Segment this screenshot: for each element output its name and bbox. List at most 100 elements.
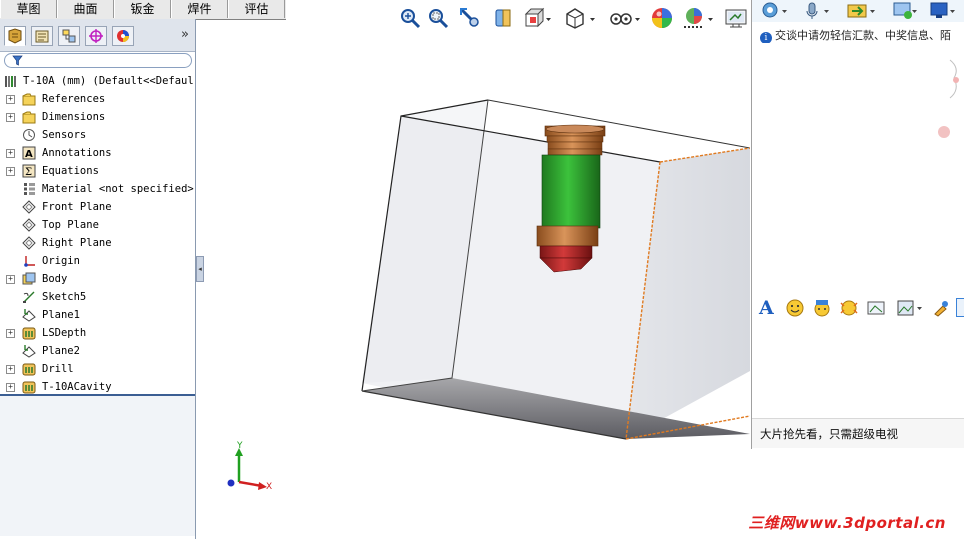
tree-item-references[interactable]: + References: [0, 90, 195, 108]
edit-appearance-icon[interactable]: [650, 6, 676, 30]
hide-show-icon[interactable]: [608, 6, 642, 30]
filter-icon: [12, 55, 23, 66]
expand-panel-button[interactable]: »: [181, 27, 189, 42]
tree-item-label: LSDepth: [42, 327, 87, 339]
feature-manager-icon[interactable]: [4, 26, 26, 46]
sensor-icon: [23, 129, 35, 141]
tree-item-label: Drill: [42, 363, 74, 375]
feature-tree: T-10A (mm) (Default<<Defaul + References +…: [0, 72, 195, 396]
tree-item-label: Body: [42, 273, 68, 285]
tree-item-label: Right Plane: [42, 237, 112, 249]
video-call-icon[interactable]: [760, 1, 790, 21]
tree-item-sketch5[interactable]: Sketch5: [0, 288, 195, 306]
tree-item-dimensions[interactable]: + Dimensions: [0, 108, 195, 126]
tree-empty-area: [0, 396, 195, 536]
chat-ad-banner[interactable]: 大片抢先看，只需超级电视: [752, 418, 964, 448]
display-style-icon[interactable]: [564, 6, 598, 30]
plane-feature-icon: [22, 345, 36, 358]
view-settings-icon[interactable]: [724, 6, 750, 30]
expand-toggle[interactable]: +: [6, 275, 15, 284]
feature-manager-panel: » T-10A (mm) (Default<<Defaul + Reference…: [0, 19, 196, 539]
tree-item-origin[interactable]: Origin: [0, 252, 195, 270]
tree-item-material-not-specified[interactable]: Material <not specified>: [0, 180, 195, 198]
magic-emoji-icon[interactable]: [813, 299, 831, 317]
tree-item-sensors[interactable]: Sensors: [0, 126, 195, 144]
chat-message-input[interactable]: [752, 322, 964, 417]
tree-item-label: Plane1: [42, 309, 80, 321]
zoom-to-fit-icon[interactable]: [398, 6, 422, 30]
panel-splitter-handle[interactable]: ◂: [196, 256, 204, 282]
body-icon: [22, 272, 36, 285]
annotation-icon: A: [22, 146, 36, 160]
tree-item-label: Top Plane: [42, 219, 99, 231]
tree-item-label: Annotations: [42, 147, 112, 159]
voice-call-icon[interactable]: [802, 1, 832, 21]
folder-icon: [22, 93, 36, 106]
display-manager-icon[interactable]: [112, 26, 134, 46]
chat-decoration-image: [938, 59, 959, 138]
tree-item-label: Origin: [42, 255, 80, 267]
tree-item-drill[interactable]: + Drill: [0, 360, 195, 378]
toolbar-overflow-button[interactable]: [956, 298, 964, 317]
tree-root-part[interactable]: T-10A (mm) (Default<<Defaul: [0, 72, 195, 90]
dimxpert-icon[interactable]: [85, 26, 107, 46]
send-file-icon[interactable]: [846, 1, 878, 21]
previous-view-icon[interactable]: [458, 6, 482, 30]
expand-toggle[interactable]: +: [6, 113, 15, 122]
tree-filter-input[interactable]: [4, 53, 192, 68]
command-manager-tabs: 草图 曲面 钣金 焊件 评估: [0, 0, 286, 20]
tree-item-equations[interactable]: + Σ Equations: [0, 162, 195, 180]
screenshot-icon[interactable]: [866, 299, 886, 317]
configuration-manager-icon[interactable]: [58, 26, 80, 46]
tab-weldments[interactable]: 焊件: [171, 0, 228, 18]
section-view-icon[interactable]: [492, 6, 516, 30]
remote-assist-icon[interactable]: [892, 1, 918, 21]
plane-icon: [22, 218, 36, 232]
part-icon: [5, 76, 16, 87]
chat-safety-notice: i 交谈中请勿轻信汇款、中奖信息、陌: [760, 27, 964, 43]
zoom-to-area-icon[interactable]: [426, 6, 450, 30]
tree-item-t-10acavity[interactable]: + T-10ACavity: [0, 378, 195, 396]
tree-item-lsdepth[interactable]: + LSDepth: [0, 324, 195, 342]
tree-item-annotations[interactable]: + A Annotations: [0, 144, 195, 162]
material-icon: [24, 183, 35, 195]
svg-text:Σ: Σ: [25, 167, 32, 178]
view-orientation-icon[interactable]: [522, 6, 552, 30]
tree-item-label: Equations: [42, 165, 99, 177]
tab-evaluate[interactable]: 评估: [228, 0, 285, 18]
more-icon[interactable]: [932, 299, 950, 317]
tab-sketch[interactable]: 草图: [0, 0, 57, 18]
site-watermark: 三维网www.3dportal.cn: [748, 514, 946, 532]
tree-item-plane2[interactable]: Plane2: [0, 342, 195, 360]
tree-item-body[interactable]: + Body: [0, 270, 195, 288]
emoji-icon[interactable]: [786, 299, 804, 317]
tree-item-front-plane[interactable]: Front Plane: [0, 198, 195, 216]
expand-toggle[interactable]: +: [6, 167, 15, 176]
tree-item-label: Sketch5: [42, 291, 87, 303]
font-icon[interactable]: A: [759, 297, 774, 319]
shake-icon[interactable]: [840, 299, 858, 317]
triad-y-label: Y: [236, 441, 243, 451]
image-icon[interactable]: [896, 299, 926, 317]
svg-text:A: A: [25, 149, 33, 160]
expand-toggle[interactable]: +: [6, 95, 15, 104]
tree-item-right-plane[interactable]: Right Plane: [0, 234, 195, 252]
expand-toggle[interactable]: +: [6, 383, 15, 392]
tree-item-top-plane[interactable]: Top Plane: [0, 216, 195, 234]
app-menu-icon[interactable]: [928, 1, 958, 21]
tree-item-plane1[interactable]: Plane1: [0, 306, 195, 324]
tree-item-label: Material <not specified>: [42, 183, 194, 195]
property-manager-icon[interactable]: [31, 26, 53, 46]
plane-icon: [22, 200, 36, 214]
expand-toggle[interactable]: +: [6, 365, 15, 374]
feature-icon: [22, 381, 36, 394]
expand-toggle[interactable]: +: [6, 329, 15, 338]
info-icon: i: [760, 32, 772, 43]
tab-surfaces[interactable]: 曲面: [57, 0, 114, 18]
apply-scene-icon[interactable]: [682, 6, 716, 30]
tree-item-label: References: [42, 93, 106, 105]
tab-sheet-metal[interactable]: 钣金: [114, 0, 171, 18]
expand-toggle[interactable]: +: [6, 149, 15, 158]
heads-up-view-toolbar: [394, 4, 750, 32]
graphics-viewport[interactable]: Y X: [204, 36, 751, 536]
